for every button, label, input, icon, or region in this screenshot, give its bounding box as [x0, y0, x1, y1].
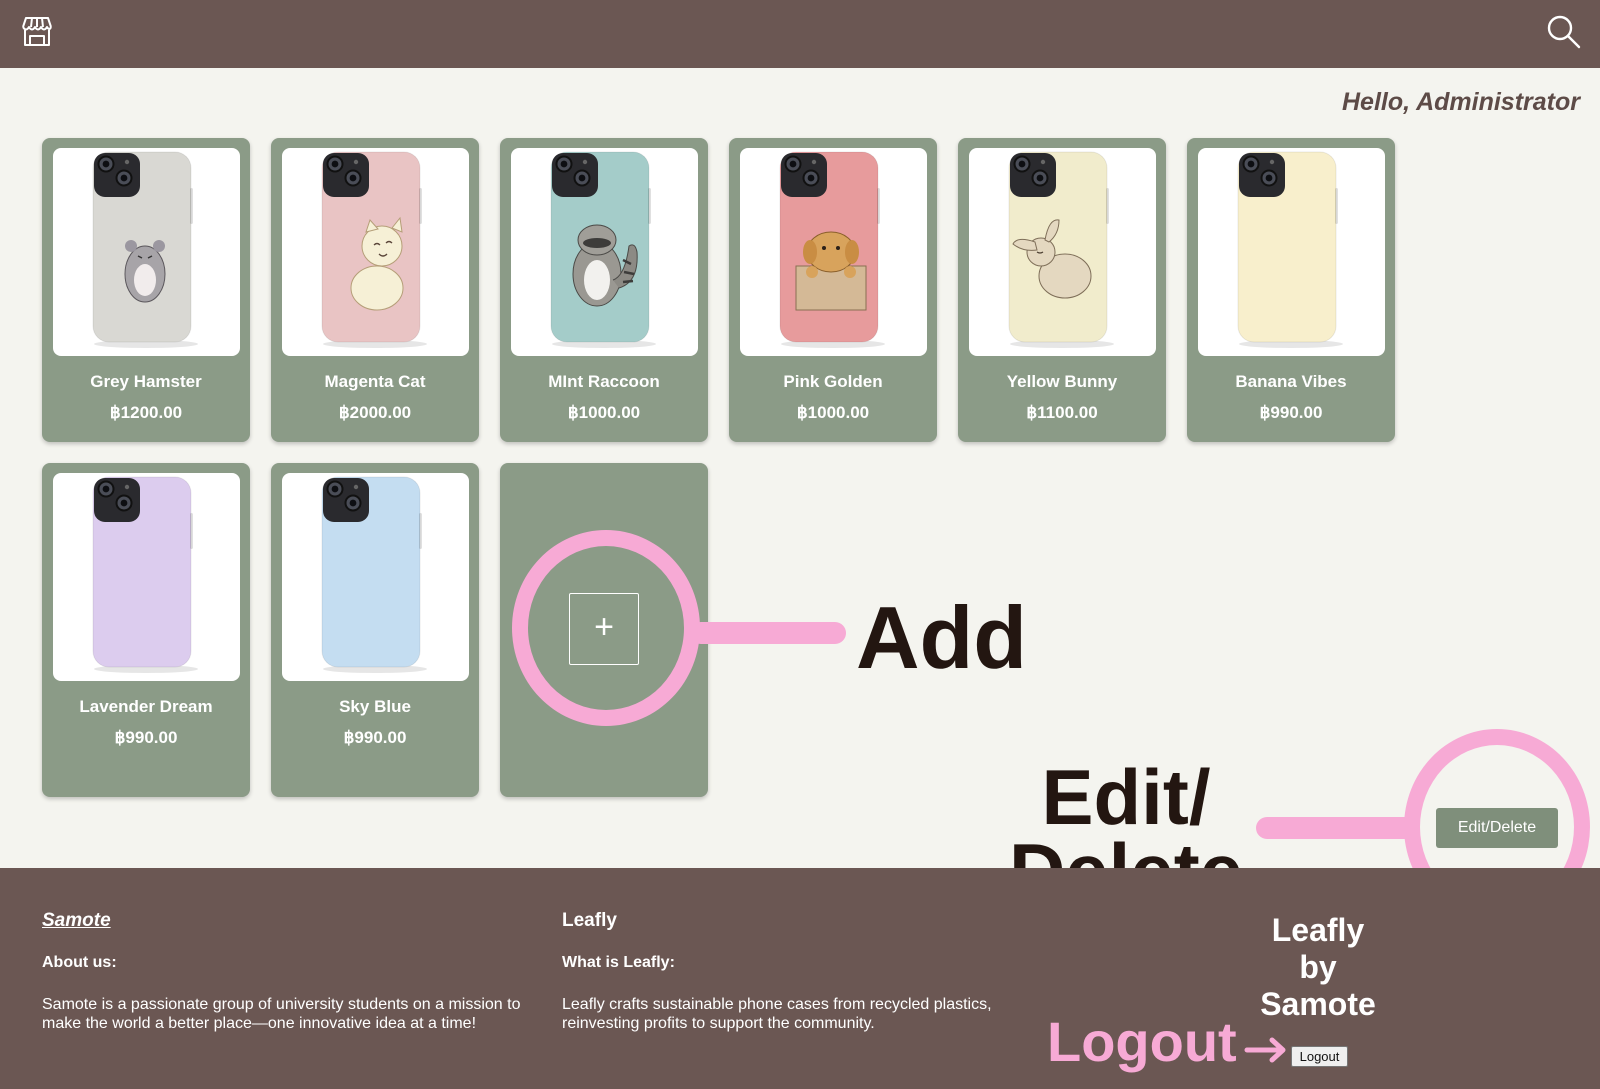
product-price: ฿1000.00 — [796, 403, 870, 422]
leafly-title: Leafly — [562, 910, 617, 931]
product-name: Lavender Dream — [79, 697, 213, 716]
phone-case-image — [1237, 151, 1343, 348]
product-grid: Grey Hamster ฿1200.00 Magenta Cat ฿2000.… — [42, 138, 1402, 797]
product-name: Yellow Bunny — [1006, 372, 1118, 391]
product-price: ฿990.00 — [343, 728, 407, 747]
case-artwork — [124, 240, 166, 303]
product-card[interactable]: Grey Hamster ฿1200.00 — [42, 138, 250, 442]
product-price: ฿1100.00 — [1026, 403, 1098, 422]
product-card[interactable]: Yellow Bunny ฿1100.00 — [958, 138, 1166, 442]
product-name: MInt Raccoon — [548, 372, 660, 391]
product-card[interactable]: MInt Raccoon ฿1000.00 — [500, 138, 708, 442]
product-image — [282, 473, 469, 681]
add-annotation-ring — [512, 530, 700, 726]
storefront-icon[interactable] — [20, 16, 54, 48]
top-bar — [0, 0, 1600, 68]
product-card[interactable]: Pink Golden ฿1000.00 — [729, 138, 937, 442]
product-name: Grey Hamster — [90, 372, 202, 391]
product-name: Pink Golden — [783, 372, 883, 391]
product-image — [511, 148, 698, 356]
product-price: ฿1000.00 — [567, 403, 641, 422]
add-annotation-line — [690, 622, 846, 644]
footer: Samote About us: Samote is a passionate … — [0, 868, 1600, 1089]
phone-case-image — [92, 151, 198, 348]
phone-case-image — [1008, 151, 1114, 348]
phone-case-image — [550, 151, 656, 348]
arrow-right-icon — [1244, 1037, 1286, 1063]
phone-case-image — [779, 151, 885, 348]
logout-annotation-label: Logout — [1047, 1010, 1237, 1073]
product-name: Sky Blue — [339, 697, 411, 716]
product-image — [969, 148, 1156, 356]
product-image — [1198, 148, 1385, 356]
what-is-leafly-heading: What is Leafly: — [562, 954, 675, 971]
product-card[interactable]: Banana Vibes ฿990.00 — [1187, 138, 1395, 442]
case-artwork — [795, 231, 867, 311]
search-icon[interactable] — [1546, 14, 1582, 50]
page: Hello, Administrator Grey Hamster ฿1200.… — [0, 0, 1600, 1089]
product-price: ฿990.00 — [1259, 403, 1323, 422]
edit-delete-button[interactable]: Edit/Delete — [1436, 808, 1558, 848]
about-text: Samote is a passionate group of universi… — [42, 996, 521, 1032]
logout-button[interactable]: Logout — [1291, 1046, 1348, 1067]
footer-brand-link[interactable]: Samote — [42, 910, 111, 932]
product-card[interactable]: Magenta Cat ฿2000.00 — [271, 138, 479, 442]
product-name: Magenta Cat — [324, 372, 426, 391]
product-image — [53, 473, 240, 681]
product-image — [740, 148, 927, 356]
greeting-text: Hello, Administrator — [1342, 88, 1580, 116]
about-heading: About us: — [42, 954, 117, 971]
product-price: ฿1200.00 — [109, 403, 183, 422]
add-annotation-label: Add — [856, 588, 1028, 687]
product-card[interactable]: Lavender Dream ฿990.00 — [42, 463, 250, 797]
phone-case-image — [321, 151, 427, 348]
product-price: ฿990.00 — [114, 728, 178, 747]
edit-delete-annotation-line — [1256, 817, 1418, 839]
phone-case-image — [321, 476, 427, 673]
phone-case-image — [92, 476, 198, 673]
leafly-by-samote-label: Leafly by Samote — [1260, 912, 1376, 1022]
product-price: ฿2000.00 — [338, 403, 412, 422]
what-is-leafly-text: Leafly crafts sustainable phone cases fr… — [562, 996, 992, 1032]
product-image — [282, 148, 469, 356]
product-card[interactable]: Sky Blue ฿990.00 — [271, 463, 479, 797]
product-image — [53, 148, 240, 356]
product-name: Banana Vibes — [1235, 372, 1347, 391]
